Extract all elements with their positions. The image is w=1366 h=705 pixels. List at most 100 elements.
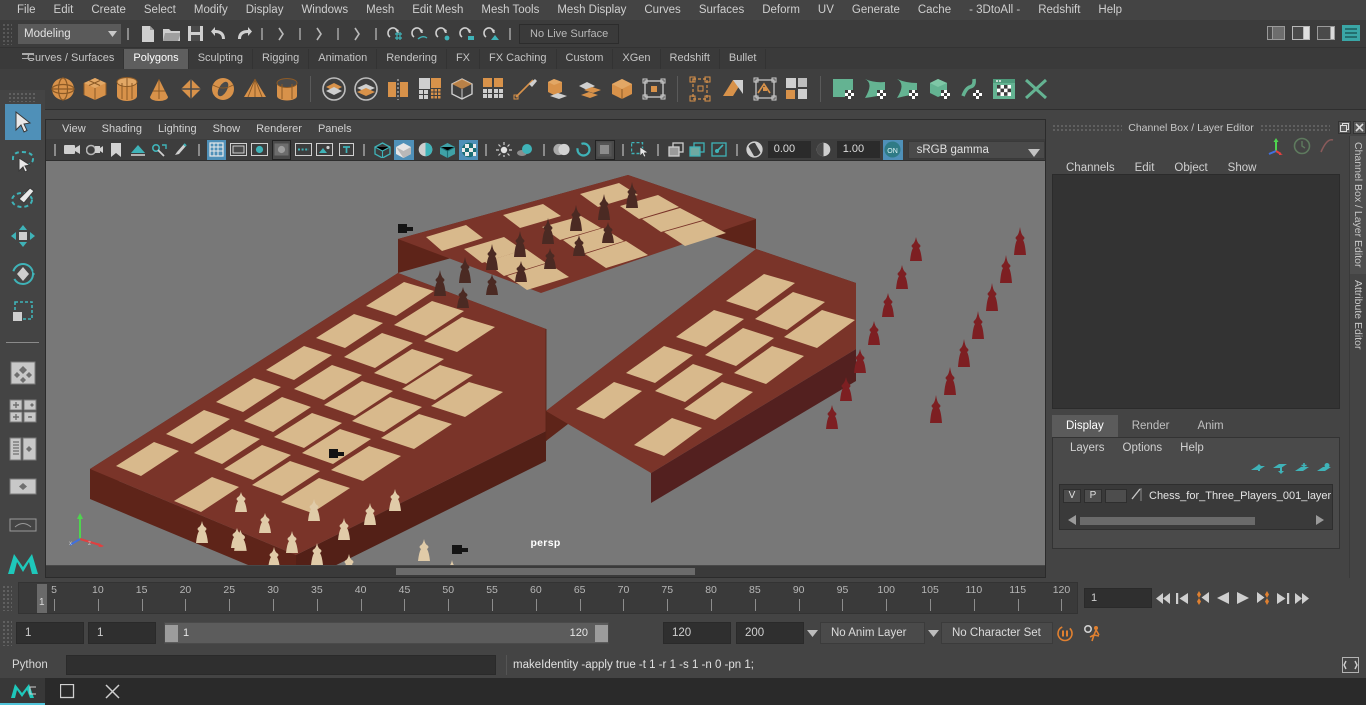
time-slider-playhead[interactable]: 1: [37, 584, 47, 613]
bridge-icon[interactable]: [607, 73, 637, 105]
menu-set-dropdown-arrow[interactable]: [103, 23, 121, 44]
layer-color-swatch-icon[interactable]: [1130, 487, 1142, 506]
layer-list[interactable]: V P Chess_for_Three_Players_001_layer: [1059, 484, 1333, 530]
range-bar[interactable]: 1 120: [164, 622, 609, 644]
bevel-icon[interactable]: [575, 73, 605, 105]
time-slider-track[interactable]: 1 5 10 15 20 25 30 35 40 45 50 55 60 65 70 75 80 85 90 95 1…: [18, 582, 1078, 614]
persp-graph-layout[interactable]: [5, 469, 41, 505]
field-chart-icon[interactable]: [293, 140, 313, 160]
step-back-frame-icon[interactable]: [1174, 588, 1192, 608]
menu-mesh-tools[interactable]: Mesh Tools: [472, 0, 548, 20]
layer-menu-help[interactable]: Help: [1171, 442, 1213, 454]
channel-box-menu-channels[interactable]: Channels: [1056, 162, 1125, 174]
gamma-field[interactable]: 1.00: [836, 141, 880, 158]
layer-shading-toggle[interactable]: [1105, 489, 1127, 503]
target-weld-icon[interactable]: [639, 73, 669, 105]
channel-box-attribute-list[interactable]: [1052, 174, 1340, 409]
poly-paint-icon[interactable]: [829, 73, 859, 105]
hypershade-layout[interactable]: [5, 507, 41, 543]
command-input[interactable]: [66, 655, 496, 675]
move-layer-up-icon[interactable]: [1251, 462, 1265, 480]
live-surface-field[interactable]: No Live Surface: [519, 23, 620, 44]
range-high-handle[interactable]: [595, 624, 608, 642]
layer-playback-toggle[interactable]: P: [1084, 489, 1102, 503]
shelf-tab-bullet[interactable]: Bullet: [719, 49, 767, 69]
open-scene-icon[interactable]: [160, 23, 182, 45]
step-forward-key-icon[interactable]: [1254, 588, 1272, 608]
poly-cone-icon[interactable]: [144, 73, 174, 105]
uv-snapshot-icon[interactable]: [989, 73, 1019, 105]
extrude-icon[interactable]: [543, 73, 573, 105]
booleans-icon[interactable]: [383, 73, 413, 105]
menu-display[interactable]: Display: [237, 0, 293, 20]
shadows-icon[interactable]: [516, 140, 536, 160]
flat-shade-icon[interactable]: [416, 140, 436, 160]
gamma-icon[interactable]: [814, 140, 834, 160]
select-by-component-icon[interactable]: [346, 23, 368, 45]
command-language-label[interactable]: Python: [12, 659, 66, 671]
menu-file[interactable]: File: [8, 0, 45, 20]
lasso-select-tool[interactable]: [5, 142, 41, 178]
close-window-icon[interactable]: [1353, 121, 1366, 134]
paint-select-tool[interactable]: [5, 180, 41, 216]
shelf-tab-rigging[interactable]: Rigging: [252, 49, 310, 69]
poly-cube-icon[interactable]: [80, 73, 110, 105]
script-editor-icon[interactable]: [1338, 654, 1362, 676]
menu-modify[interactable]: Modify: [185, 0, 237, 20]
cut-uv-icon[interactable]: [893, 73, 923, 105]
channel-box-menu-edit[interactable]: Edit: [1125, 162, 1165, 174]
scroll-right-arrow-icon[interactable]: [1314, 512, 1324, 530]
save-scene-icon[interactable]: [184, 23, 206, 45]
select-by-hierarchy-icon[interactable]: [270, 23, 292, 45]
animation-preferences-icon[interactable]: [1081, 622, 1105, 644]
multi-cut-icon[interactable]: [511, 73, 541, 105]
mirror-icon[interactable]: [447, 73, 477, 105]
layer-tab-render[interactable]: Render: [1117, 415, 1184, 437]
viewport-menu-view[interactable]: View: [54, 120, 94, 139]
uv-layout-icon[interactable]: [782, 73, 812, 105]
vertical-tab-attribute-editor[interactable]: Attribute Editor: [1350, 274, 1366, 355]
gate-mask-icon[interactable]: [271, 139, 292, 160]
shelf-tab-xgen[interactable]: XGen: [613, 49, 661, 69]
wireframe-on-shaded-icon[interactable]: [437, 140, 457, 160]
screen-space-ao-icon[interactable]: [552, 140, 572, 160]
range-slider-drag-handle[interactable]: [2, 620, 12, 646]
viewport-horizontal-scrollbar[interactable]: [46, 566, 1045, 577]
toolbox-drag-handle[interactable]: [8, 92, 37, 102]
menu-3dtoall[interactable]: - 3DtoAll -: [960, 0, 1029, 20]
layer-menu-options[interactable]: Options: [1114, 442, 1172, 454]
viewport-menu-show[interactable]: Show: [205, 120, 249, 139]
dock-drag-handle-right[interactable]: [1259, 123, 1330, 132]
layer-menu-layers[interactable]: Layers: [1061, 442, 1114, 454]
grid-icon[interactable]: [206, 139, 227, 160]
menu-redshift[interactable]: Redshift: [1029, 0, 1089, 20]
create-uvs-icon[interactable]: [686, 73, 716, 105]
2d-pan-zoom-icon[interactable]: [150, 140, 170, 160]
bookmark-icon[interactable]: [106, 140, 126, 160]
snap-grid-icon[interactable]: [384, 23, 406, 45]
window-icon[interactable]: [45, 678, 90, 705]
viewport-3d-scene[interactable]: x z persp: [46, 161, 1045, 565]
persp-outliner-layout[interactable]: [5, 431, 41, 467]
tool-settings-toggle-icon[interactable]: [1340, 22, 1362, 44]
four-view-layout[interactable]: [5, 393, 41, 429]
restore-window-icon[interactable]: [1338, 121, 1351, 134]
menu-help[interactable]: Help: [1089, 0, 1131, 20]
shelf-tab-fx-caching[interactable]: FX Caching: [480, 49, 557, 69]
select-camera-icon[interactable]: [63, 140, 83, 160]
layer-tab-display[interactable]: Display: [1052, 415, 1118, 437]
menu-mesh-display[interactable]: Mesh Display: [548, 0, 635, 20]
combine-icon[interactable]: [319, 73, 349, 105]
range-low-handle[interactable]: [165, 624, 178, 642]
step-forward-frame-icon[interactable]: [1274, 588, 1292, 608]
exposure-field[interactable]: 0.00: [767, 141, 812, 158]
menu-edit-mesh[interactable]: Edit Mesh: [403, 0, 472, 20]
viewport-menu-lighting[interactable]: Lighting: [150, 120, 205, 139]
anim-layer-field[interactable]: No Anim Layer: [820, 622, 925, 644]
poly-cylinder-icon[interactable]: [112, 73, 142, 105]
shelf-tab-animation[interactable]: Animation: [309, 49, 378, 69]
layer-row[interactable]: V P Chess_for_Three_Players_001_layer: [1060, 487, 1332, 505]
uv-editor-icon[interactable]: [750, 73, 780, 105]
current-frame-field[interactable]: 1: [1084, 588, 1152, 608]
new-layer-icon[interactable]: [1295, 462, 1309, 480]
